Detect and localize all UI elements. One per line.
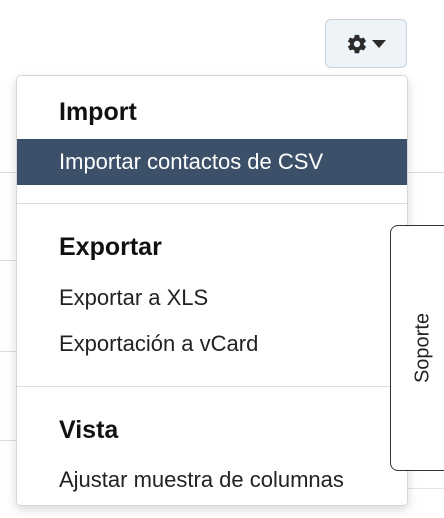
menu-divider (17, 203, 407, 204)
section-header-export: Exportar (59, 233, 162, 261)
table-row-divider (408, 488, 444, 489)
gear-icon (346, 33, 368, 55)
menu-item-export-vcard[interactable]: Exportación a vCard (17, 321, 407, 367)
menu-divider (17, 386, 407, 387)
section-header-import: Import (59, 98, 137, 126)
menu-item-adjust-columns[interactable]: Ajustar muestra de columnas (17, 457, 407, 503)
settings-dropdown-button[interactable] (325, 19, 407, 68)
section-header-view: Vista (59, 416, 119, 444)
menu-item-import-csv[interactable]: Importar contactos de CSV (17, 139, 407, 185)
support-tab-label: Soporte (411, 312, 434, 384)
table-row-divider (0, 351, 16, 352)
table-row-divider (0, 172, 16, 173)
menu-item-export-xls[interactable]: Exportar a XLS (17, 275, 407, 321)
caret-down-icon (372, 39, 386, 49)
table-row-divider (408, 172, 444, 173)
table-row-divider (0, 440, 16, 441)
table-row-divider (0, 260, 16, 261)
page: Import Importar contactos de CSV Exporta… (0, 0, 444, 518)
settings-dropdown-menu: Import Importar contactos de CSV Exporta… (16, 75, 408, 506)
